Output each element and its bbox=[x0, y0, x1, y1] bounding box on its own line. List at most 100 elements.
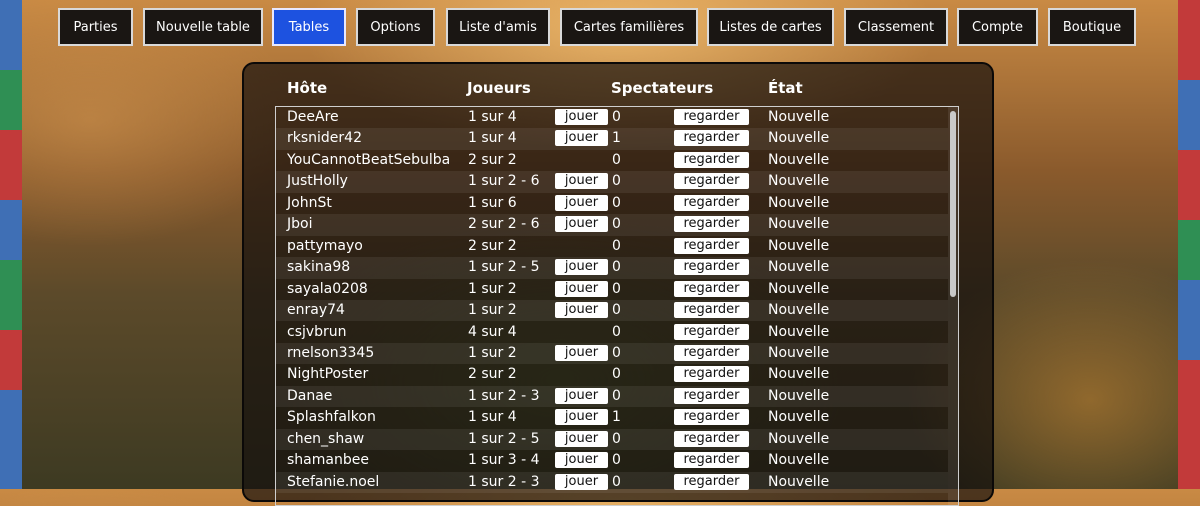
scrollbar-thumb[interactable] bbox=[950, 111, 956, 297]
table-row[interactable]: JohnSt 1 sur 6 jouer 0 regarder Nouvelle bbox=[276, 193, 948, 214]
nav-boutique[interactable]: Boutique bbox=[1048, 8, 1136, 46]
join-button[interactable]: jouer bbox=[555, 302, 608, 319]
spectators-count: 0 bbox=[612, 323, 621, 340]
table-state: Nouvelle bbox=[768, 216, 830, 233]
watch-button[interactable]: regarder bbox=[674, 151, 749, 168]
host-name: Splashfalkon bbox=[287, 409, 376, 426]
table-row[interactable]: Jboi 2 sur 2 - 6 jouer 0 regarder Nouvelle bbox=[276, 214, 948, 236]
table-row[interactable]: Stefanie.noel 1 sur 2 - 3 jouer 0 regarder No… bbox=[276, 471, 948, 494]
table-state: Nouvelle bbox=[768, 259, 830, 276]
join-button[interactable]: jouer bbox=[555, 387, 608, 404]
watch-button[interactable]: regarder bbox=[674, 473, 749, 490]
players-count: 4 sur 4 bbox=[468, 323, 517, 340]
table-row[interactable]: pattymayo 2 sur 2 0 regarder Nouvelle bbox=[276, 236, 948, 257]
host-name: rksnider42 bbox=[287, 130, 362, 147]
watch-button[interactable]: regarder bbox=[674, 130, 749, 147]
table-row[interactable]: sakina98 1 sur 2 - 5 jouer 0 regarder Nouvell… bbox=[276, 257, 948, 279]
table-row[interactable]: rksnider42 1 sur 4 jouer 1 regarder Nouvelle bbox=[276, 128, 948, 150]
table-row[interactable]: shamanbee 1 sur 3 - 4 jouer 0 regarder Nouvel… bbox=[276, 450, 948, 471]
table-row[interactable]: enray74 1 sur 2 jouer 0 regarder Nouvelle bbox=[276, 300, 948, 322]
table-row[interactable]: rnelson3345 1 sur 2 jouer 0 regarder Nouvelle bbox=[276, 342, 948, 365]
join-button[interactable]: jouer bbox=[555, 452, 608, 469]
table-row[interactable]: NightPoster 2 sur 2 0 regarder Nouvelle bbox=[276, 364, 948, 385]
table-row[interactable]: sayala0208 1 sur 2 jouer 0 regarder Nouvelle bbox=[276, 279, 948, 300]
watch-button[interactable]: regarder bbox=[674, 387, 749, 404]
host-name: csjvbrun bbox=[287, 323, 347, 340]
join-button[interactable]: jouer bbox=[555, 409, 608, 426]
watch-button[interactable]: regarder bbox=[674, 237, 749, 254]
join-button[interactable]: jouer bbox=[555, 130, 608, 147]
watch-button[interactable]: regarder bbox=[674, 344, 749, 361]
join-button[interactable]: jouer bbox=[555, 109, 608, 125]
watch-button[interactable]: regarder bbox=[674, 452, 749, 469]
table-state: Nouvelle bbox=[768, 344, 830, 361]
nav-classement[interactable]: Classement bbox=[844, 8, 948, 46]
scrollbar[interactable] bbox=[948, 107, 958, 505]
spectators-count: 0 bbox=[612, 173, 621, 190]
join-button[interactable]: jouer bbox=[555, 280, 608, 297]
header-state: État bbox=[768, 79, 803, 97]
nav-options[interactable]: Options bbox=[356, 8, 435, 46]
table-state: Nouvelle bbox=[768, 280, 830, 297]
spectators-count: 0 bbox=[612, 237, 621, 254]
table-row[interactable]: DeeAre 1 sur 4 jouer 0 regarder Nouvelle bbox=[276, 107, 948, 128]
table-row[interactable]: chen_shaw 1 sur 2 - 5 jouer 0 regarder Nouvel… bbox=[276, 428, 948, 451]
watch-button[interactable]: regarder bbox=[674, 109, 749, 125]
table-state: Nouvelle bbox=[768, 473, 830, 490]
nav-parties[interactable]: Parties bbox=[58, 8, 133, 46]
table-state: Nouvelle bbox=[768, 151, 830, 168]
host-name: chen_shaw bbox=[287, 430, 365, 447]
spectators-count: 0 bbox=[612, 216, 621, 233]
nav-compte[interactable]: Compte bbox=[957, 8, 1038, 46]
table-state: Nouvelle bbox=[768, 366, 830, 383]
table-row[interactable]: csjvbrun 4 sur 4 0 regarder Nouvelle bbox=[276, 322, 948, 343]
table-state: Nouvelle bbox=[768, 130, 830, 147]
players-count: 1 sur 2 bbox=[468, 302, 517, 319]
nav-cartes-familieres[interactable]: Cartes familières bbox=[560, 8, 698, 46]
spectators-count: 0 bbox=[612, 302, 621, 319]
watch-button[interactable]: regarder bbox=[674, 302, 749, 319]
nav-nouvelle-table[interactable]: Nouvelle table bbox=[143, 8, 263, 46]
host-name: enray74 bbox=[287, 302, 345, 319]
join-button[interactable]: jouer bbox=[555, 473, 608, 490]
watch-button[interactable]: regarder bbox=[674, 216, 749, 233]
spectators-count: 0 bbox=[612, 259, 621, 276]
watch-button[interactable]: regarder bbox=[674, 366, 749, 383]
table-row[interactable]: Danae 1 sur 2 - 3 jouer 0 regarder Nouvelle bbox=[276, 385, 948, 408]
header-host: Hôte bbox=[287, 79, 328, 97]
players-count: 1 sur 4 bbox=[468, 130, 517, 147]
host-name: sakina98 bbox=[287, 259, 351, 276]
host-name: DeeAre bbox=[287, 109, 339, 125]
watch-button[interactable]: regarder bbox=[674, 194, 749, 211]
nav-listes-cartes[interactable]: Listes de cartes bbox=[707, 8, 834, 46]
host-name: Danae bbox=[287, 387, 333, 404]
join-button[interactable]: jouer bbox=[555, 430, 608, 447]
watch-button[interactable]: regarder bbox=[674, 430, 749, 447]
host-name: pattymayo bbox=[287, 237, 363, 254]
watch-button[interactable]: regarder bbox=[674, 173, 749, 190]
players-count: 1 sur 2 - 6 bbox=[468, 173, 540, 190]
nav-tables[interactable]: Tables bbox=[272, 8, 346, 46]
table-state: Nouvelle bbox=[768, 430, 830, 447]
join-button[interactable]: jouer bbox=[555, 173, 608, 190]
join-button[interactable]: jouer bbox=[555, 194, 608, 211]
players-count: 1 sur 3 - 4 bbox=[468, 452, 540, 469]
spectators-count: 1 bbox=[612, 130, 621, 147]
table-row[interactable]: YouCannotBeatSebulba 2 sur 2 0 regarder Nouv… bbox=[276, 150, 948, 171]
join-button[interactable]: jouer bbox=[555, 259, 608, 276]
table-row[interactable]: JustHolly 1 sur 2 - 6 jouer 0 regarder Nouvel… bbox=[276, 171, 948, 193]
host-name: shamanbee bbox=[287, 452, 369, 469]
tables-list[interactable]: DeeAre 1 sur 4 jouer 0 regarder Nouvelle rksni… bbox=[275, 106, 959, 506]
players-count: 1 sur 4 bbox=[468, 109, 517, 125]
join-button[interactable]: jouer bbox=[555, 344, 608, 361]
spectators-count: 0 bbox=[612, 109, 621, 125]
host-name: rnelson3345 bbox=[287, 344, 375, 361]
join-button[interactable]: jouer bbox=[555, 216, 608, 233]
watch-button[interactable]: regarder bbox=[674, 259, 749, 276]
watch-button[interactable]: regarder bbox=[674, 323, 749, 340]
table-row[interactable]: Splashfalkon 1 sur 4 jouer 1 regarder Nouvell… bbox=[276, 407, 948, 428]
watch-button[interactable]: regarder bbox=[674, 409, 749, 426]
host-name: NightPoster bbox=[287, 366, 369, 383]
nav-liste-amis[interactable]: Liste d'amis bbox=[446, 8, 550, 46]
watch-button[interactable]: regarder bbox=[674, 280, 749, 297]
